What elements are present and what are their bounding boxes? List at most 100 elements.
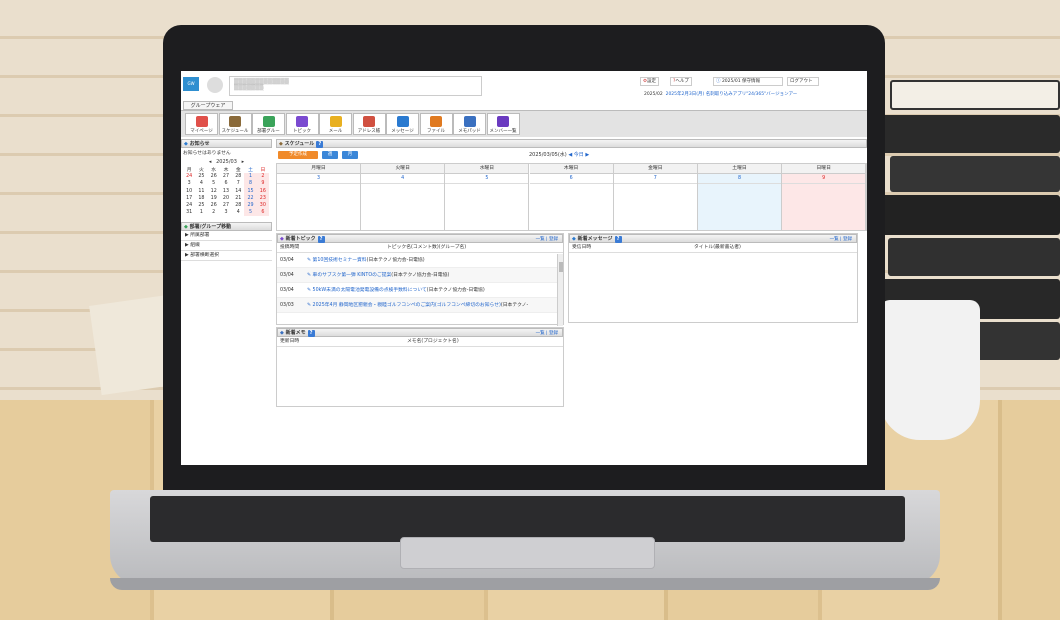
calendar-day[interactable]: 8: [244, 180, 257, 188]
schedule-day-column[interactable]: 日曜日 9: [782, 164, 867, 230]
prev-month-button[interactable]: ◂: [209, 159, 212, 165]
calendar-day[interactable]: 6: [220, 180, 232, 187]
app-logo[interactable]: GW: [183, 77, 199, 91]
topic-title-link[interactable]: 車のサブスク第一弾 KINTOのご提案: [313, 273, 392, 278]
day-number[interactable]: 7: [613, 174, 697, 184]
toolbar-button-members[interactable]: メンバー一覧: [486, 113, 520, 135]
week-view-button[interactable]: 週: [322, 151, 338, 159]
calendar-day[interactable]: 29: [244, 201, 257, 210]
schedule-day-column[interactable]: 木曜日 6: [529, 164, 614, 230]
calendar-day[interactable]: 28: [232, 202, 244, 209]
topic-title-link[interactable]: 50kW未満の太陽電池発電設備の点検手数料について: [313, 288, 427, 293]
calendar-day[interactable]: 17: [183, 195, 195, 202]
toolbar-button-message[interactable]: メッセージ: [386, 113, 419, 135]
calendar-day[interactable]: 4: [195, 180, 207, 187]
calendar-day[interactable]: 20: [220, 195, 232, 202]
avatar[interactable]: [207, 77, 223, 93]
calendar-day[interactable]: 25: [195, 202, 207, 209]
calendar-day[interactable]: 25: [195, 173, 207, 180]
calendar-day[interactable]: 22: [244, 194, 257, 202]
calendar-day[interactable]: 24: [183, 173, 195, 180]
calendar-day[interactable]: 21: [232, 195, 244, 202]
schedule-day-column[interactable]: 月曜日 3: [277, 164, 361, 230]
schedule-day-column[interactable]: 水曜日 5: [445, 164, 530, 230]
calendar-day[interactable]: 23: [256, 194, 269, 202]
calendar-day[interactable]: 14: [232, 188, 244, 195]
calendar-day[interactable]: 9: [256, 180, 269, 188]
help-icon[interactable]: ?: [316, 141, 324, 148]
dept-menu-item[interactable]: ▶ 部署横断選択: [181, 251, 272, 262]
toolbar-button-memo[interactable]: メモパッド: [453, 113, 486, 135]
month-view-button[interactable]: 月: [342, 151, 358, 159]
logout-button[interactable]: ログアウト: [787, 77, 819, 86]
calendar-day[interactable]: 26: [208, 202, 220, 209]
calendar-day[interactable]: 15: [244, 187, 257, 195]
toolbar-button-home[interactable]: マイページ: [185, 113, 218, 135]
calendar-day[interactable]: 19: [208, 195, 220, 202]
topic-row[interactable]: 03/04 ✎ 第10回技術セミナー資料(日本テクノ協力会-日電協): [277, 253, 563, 268]
tab-groupware[interactable]: グループウェア: [183, 101, 233, 110]
next-month-button[interactable]: ▸: [242, 159, 245, 165]
calendar-day[interactable]: 12: [208, 188, 220, 195]
calendar-day[interactable]: 5: [244, 209, 257, 217]
next-week-button[interactable]: ▶: [585, 152, 589, 158]
toolbar-button-calendar[interactable]: スケジュール: [218, 113, 252, 135]
day-number[interactable]: 4: [361, 174, 445, 184]
calendar-day[interactable]: 11: [195, 188, 207, 195]
calendar-day[interactable]: 4: [232, 209, 244, 216]
today-button[interactable]: 今日: [574, 152, 584, 158]
topic-row[interactable]: 03/03 ✎ 2025年4月 静岡地区懇親会・親睦ゴルフコンペのご案内(ゴルフコ…: [277, 298, 563, 313]
prev-week-button[interactable]: ◀: [568, 152, 572, 158]
calendar-day[interactable]: 2: [208, 209, 220, 216]
calendar-day[interactable]: 26: [208, 173, 220, 180]
topic-row[interactable]: 03/04 ✎ 50kW未満の太陽電池発電設備の点検手数料について(日本テクノ協力…: [277, 283, 563, 298]
toolbar-button-group[interactable]: 部署グルー: [252, 113, 285, 135]
calendar-day[interactable]: 28: [232, 173, 244, 180]
calendar-day[interactable]: 13: [220, 188, 232, 195]
dept-menu-item[interactable]: ▶ 所属部署: [181, 231, 272, 242]
calendar-day[interactable]: 30: [256, 201, 269, 210]
help-icon[interactable]: ?: [317, 236, 325, 243]
topic-title-link[interactable]: 第10回技術セミナー資料: [313, 258, 367, 263]
settings-button[interactable]: ⚙設定: [640, 77, 660, 86]
help-icon[interactable]: ?: [614, 236, 622, 243]
topic-title-link[interactable]: 2025年4月 静岡地区懇親会・親睦ゴルフコンペのご案内(ゴルフコンペ締切のお知…: [313, 303, 501, 308]
calendar-day[interactable]: 31: [183, 209, 195, 216]
toolbar-button-addressbook[interactable]: アドレス帳: [352, 113, 386, 135]
toolbar-button-file[interactable]: ファイル: [419, 113, 453, 135]
calendar-day[interactable]: 5: [208, 180, 220, 187]
help-icon[interactable]: ?: [307, 330, 315, 337]
calendar-day[interactable]: 1: [195, 209, 207, 216]
dept-menu-item[interactable]: ▶ 組織: [181, 241, 272, 252]
calendar-day[interactable]: 7: [232, 180, 244, 187]
topic-row[interactable]: 03/04 ✎ 車のサブスク第一弾 KINTOのご提案(日本テクノ協力会-日電協): [277, 268, 563, 283]
topics-scrollbar[interactable]: [557, 254, 563, 326]
calendar-day[interactable]: 3: [220, 209, 232, 216]
notice-text[interactable]: 2025年2月3日(月) 名刺取り込みアプリ"24/365"バージョンアー: [666, 92, 798, 97]
schedule-day-column[interactable]: 火曜日 4: [361, 164, 446, 230]
calendar-day[interactable]: 2: [256, 173, 269, 181]
day-number[interactable]: 5: [445, 174, 529, 184]
day-number[interactable]: 3: [277, 174, 360, 184]
calendar-day[interactable]: 27: [220, 173, 232, 180]
schedule-day-column[interactable]: 土曜日 8: [698, 164, 782, 230]
calendar-day[interactable]: 1: [244, 173, 257, 181]
day-number[interactable]: 9: [782, 174, 866, 184]
toolbar-button-mail[interactable]: メール: [319, 113, 352, 135]
calendar-day[interactable]: 10: [183, 188, 195, 195]
schedule-header: ◆ スケジュール?: [276, 139, 867, 148]
new-schedule-button[interactable]: 予定作成: [278, 151, 318, 159]
day-number[interactable]: 6: [529, 174, 613, 184]
toolbar-button-topic[interactable]: トピック: [285, 113, 319, 135]
day-number[interactable]: 8: [698, 174, 781, 184]
help-button[interactable]: ?ヘルプ: [670, 77, 692, 86]
calendar-day[interactable]: 18: [195, 195, 207, 202]
schedule-day-column[interactable]: 金曜日 7: [613, 164, 698, 230]
calendar-day[interactable]: 16: [256, 187, 269, 195]
calendar-day[interactable]: 3: [183, 180, 195, 187]
maintenance-info-link[interactable]: ⓘ 2025/01 保守情報: [713, 77, 783, 86]
calendar-day[interactable]: 6: [256, 209, 269, 217]
notice-line[interactable]: 2025/02 2025年2月3日(月) 名刺取り込みアプリ"24/365"バー…: [644, 91, 797, 97]
calendar-day[interactable]: 24: [183, 202, 195, 209]
calendar-day[interactable]: 27: [220, 202, 232, 209]
